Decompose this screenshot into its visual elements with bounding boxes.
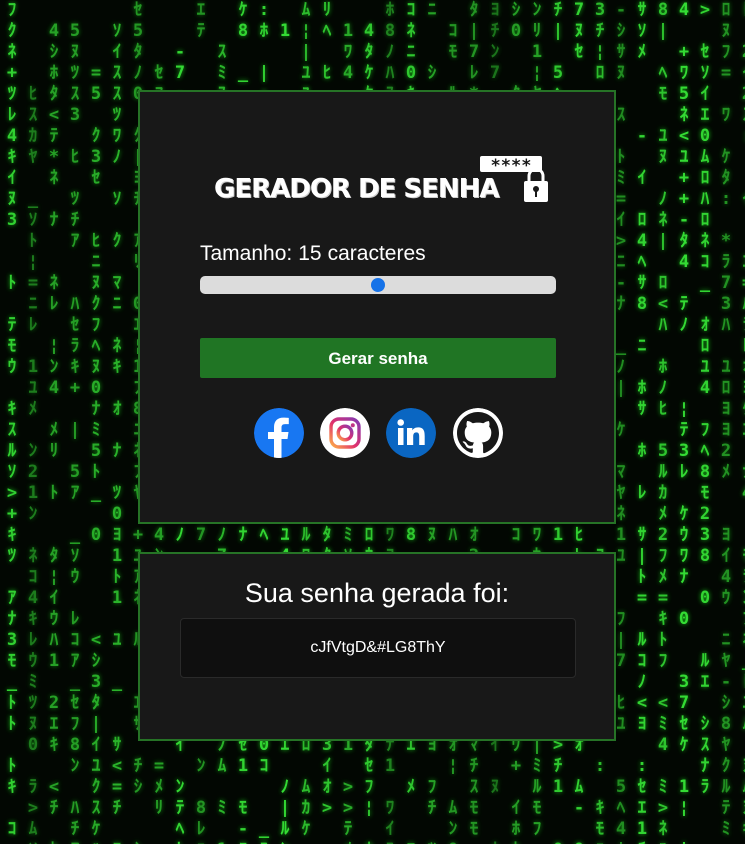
app-logo: GERADOR DE SENHA **** <box>214 156 554 204</box>
matrix-column: = 5 ｸ 3 ｾ ﾋ ﾆ ﾇ ｸ ﾌ ﾍ ﾇ 0 ﾅ ﾐ 5 ﾄ _ 0 < … <box>90 63 102 844</box>
facebook-link[interactable] <box>254 408 304 458</box>
matrix-column: ﾄ 2 ｲ 2 ｽ : ｲ ｴ = ﾊ ﾗ ﾚ ｵ ﾖ ｹ ｴ ﾅ 4 ﾓ ﾗ … <box>737 0 745 844</box>
matrix-column: > ｾ ｿ ｲ ｴ 0 ﾑ ﾛ ﾊ ﾛ ﾈ ｺ _ ｵ ﾛ ﾕ 4 ﾌ ﾍ 8 … <box>699 0 711 797</box>
matrix-column: 8 | ﾍ ﾓ ﾕ ﾇ ﾉ ﾈ | ﾛ < ﾊ ﾎ ﾉ ﾋ 5 ﾙ ｶ ﾒ 2 … <box>657 0 669 844</box>
matrix-column: ﾌ ｸ ﾈ + ﾂ ﾚ 4 ｷ ｲ ﾇ 3 ﾄ ﾃ ﾓ ｳ ｷ ｽ ﾙ ｿ > … <box>6 0 18 839</box>
github-link[interactable] <box>453 408 503 458</box>
linkedin-link[interactable] <box>386 408 436 458</box>
facebook-icon <box>254 408 304 458</box>
size-label-suffix: caracteres <box>327 242 426 265</box>
size-label-prefix: Tamanho: <box>200 242 293 265</box>
generate-password-button[interactable]: Gerar senha <box>200 338 556 378</box>
result-title: Sua senha gerada foi: <box>244 578 510 608</box>
size-value: 15 <box>298 242 322 265</box>
matrix-column: 5 ﾇ ﾂ ｽ 3 ﾋ ﾂ ﾁ ｱ ﾊ ｾ ﾗ ｷ + | 5 ｱ _ ｿ ｳ … <box>69 21 81 844</box>
instagram-link[interactable] <box>320 408 370 458</box>
matrix-column: 4 + ﾜ 5 ﾈ < ﾕ + + - ﾀ 4 ﾃ ﾉ ¦ ﾃ 3 ﾚ ｹ ｳ … <box>678 0 690 844</box>
matrix-column: ｿ ｲ ｽ ｽ ﾂ ﾜ ﾉ ｿ ｸ ﾏ ﾆ ﾈ ｷ ｵ ﾅ ﾂ 0 ﾖ 1 ﾄ … <box>111 21 123 844</box>
matrix-column: ﾋ ｽ ｶ ﾔ _ ｿ ﾄ ¦ = ﾆ ﾚ 1 ﾕ ﾒ ﾝ 2 1 ﾝ ﾈ ｺ … <box>27 84 39 844</box>
linkedin-icon <box>386 408 436 458</box>
length-slider[interactable] <box>200 276 556 294</box>
matrix-column: ﾛ ﾇ ﾌ = ﾜ ｹ ﾀ : * ﾗ 7 3 ﾊ ﾕ ﾛ ﾖ ﾖ 2 ﾒ ﾖ … <box>720 0 732 844</box>
generated-password-field[interactable]: cJfVtgD&#LG8ThY <box>180 618 576 678</box>
slider-thumb[interactable] <box>371 278 385 292</box>
matrix-column: ｻ ｿ ﾒ - ｲ ﾛ 4 ﾍ ｻ 8 ﾆ ﾎ ｻ ﾎ ﾚ ｻ | ﾄ = ﾙ … <box>636 0 648 844</box>
instagram-icon <box>320 408 370 458</box>
github-icon <box>453 408 503 458</box>
svg-text:****: **** <box>491 156 532 176</box>
lock-icon: **** <box>480 156 548 202</box>
size-label: Tamanho: 15 caracteres <box>200 242 426 266</box>
logo-text: GERADOR DE SENHA <box>214 174 500 204</box>
matrix-column: 4 ｼ ﾎ ﾀ < ﾃ * ﾈ ﾅ ﾈ ﾚ ¦ ﾝ 4 ﾒ ﾘ ﾄ ﾀ ¦ ｲ … <box>48 21 60 844</box>
